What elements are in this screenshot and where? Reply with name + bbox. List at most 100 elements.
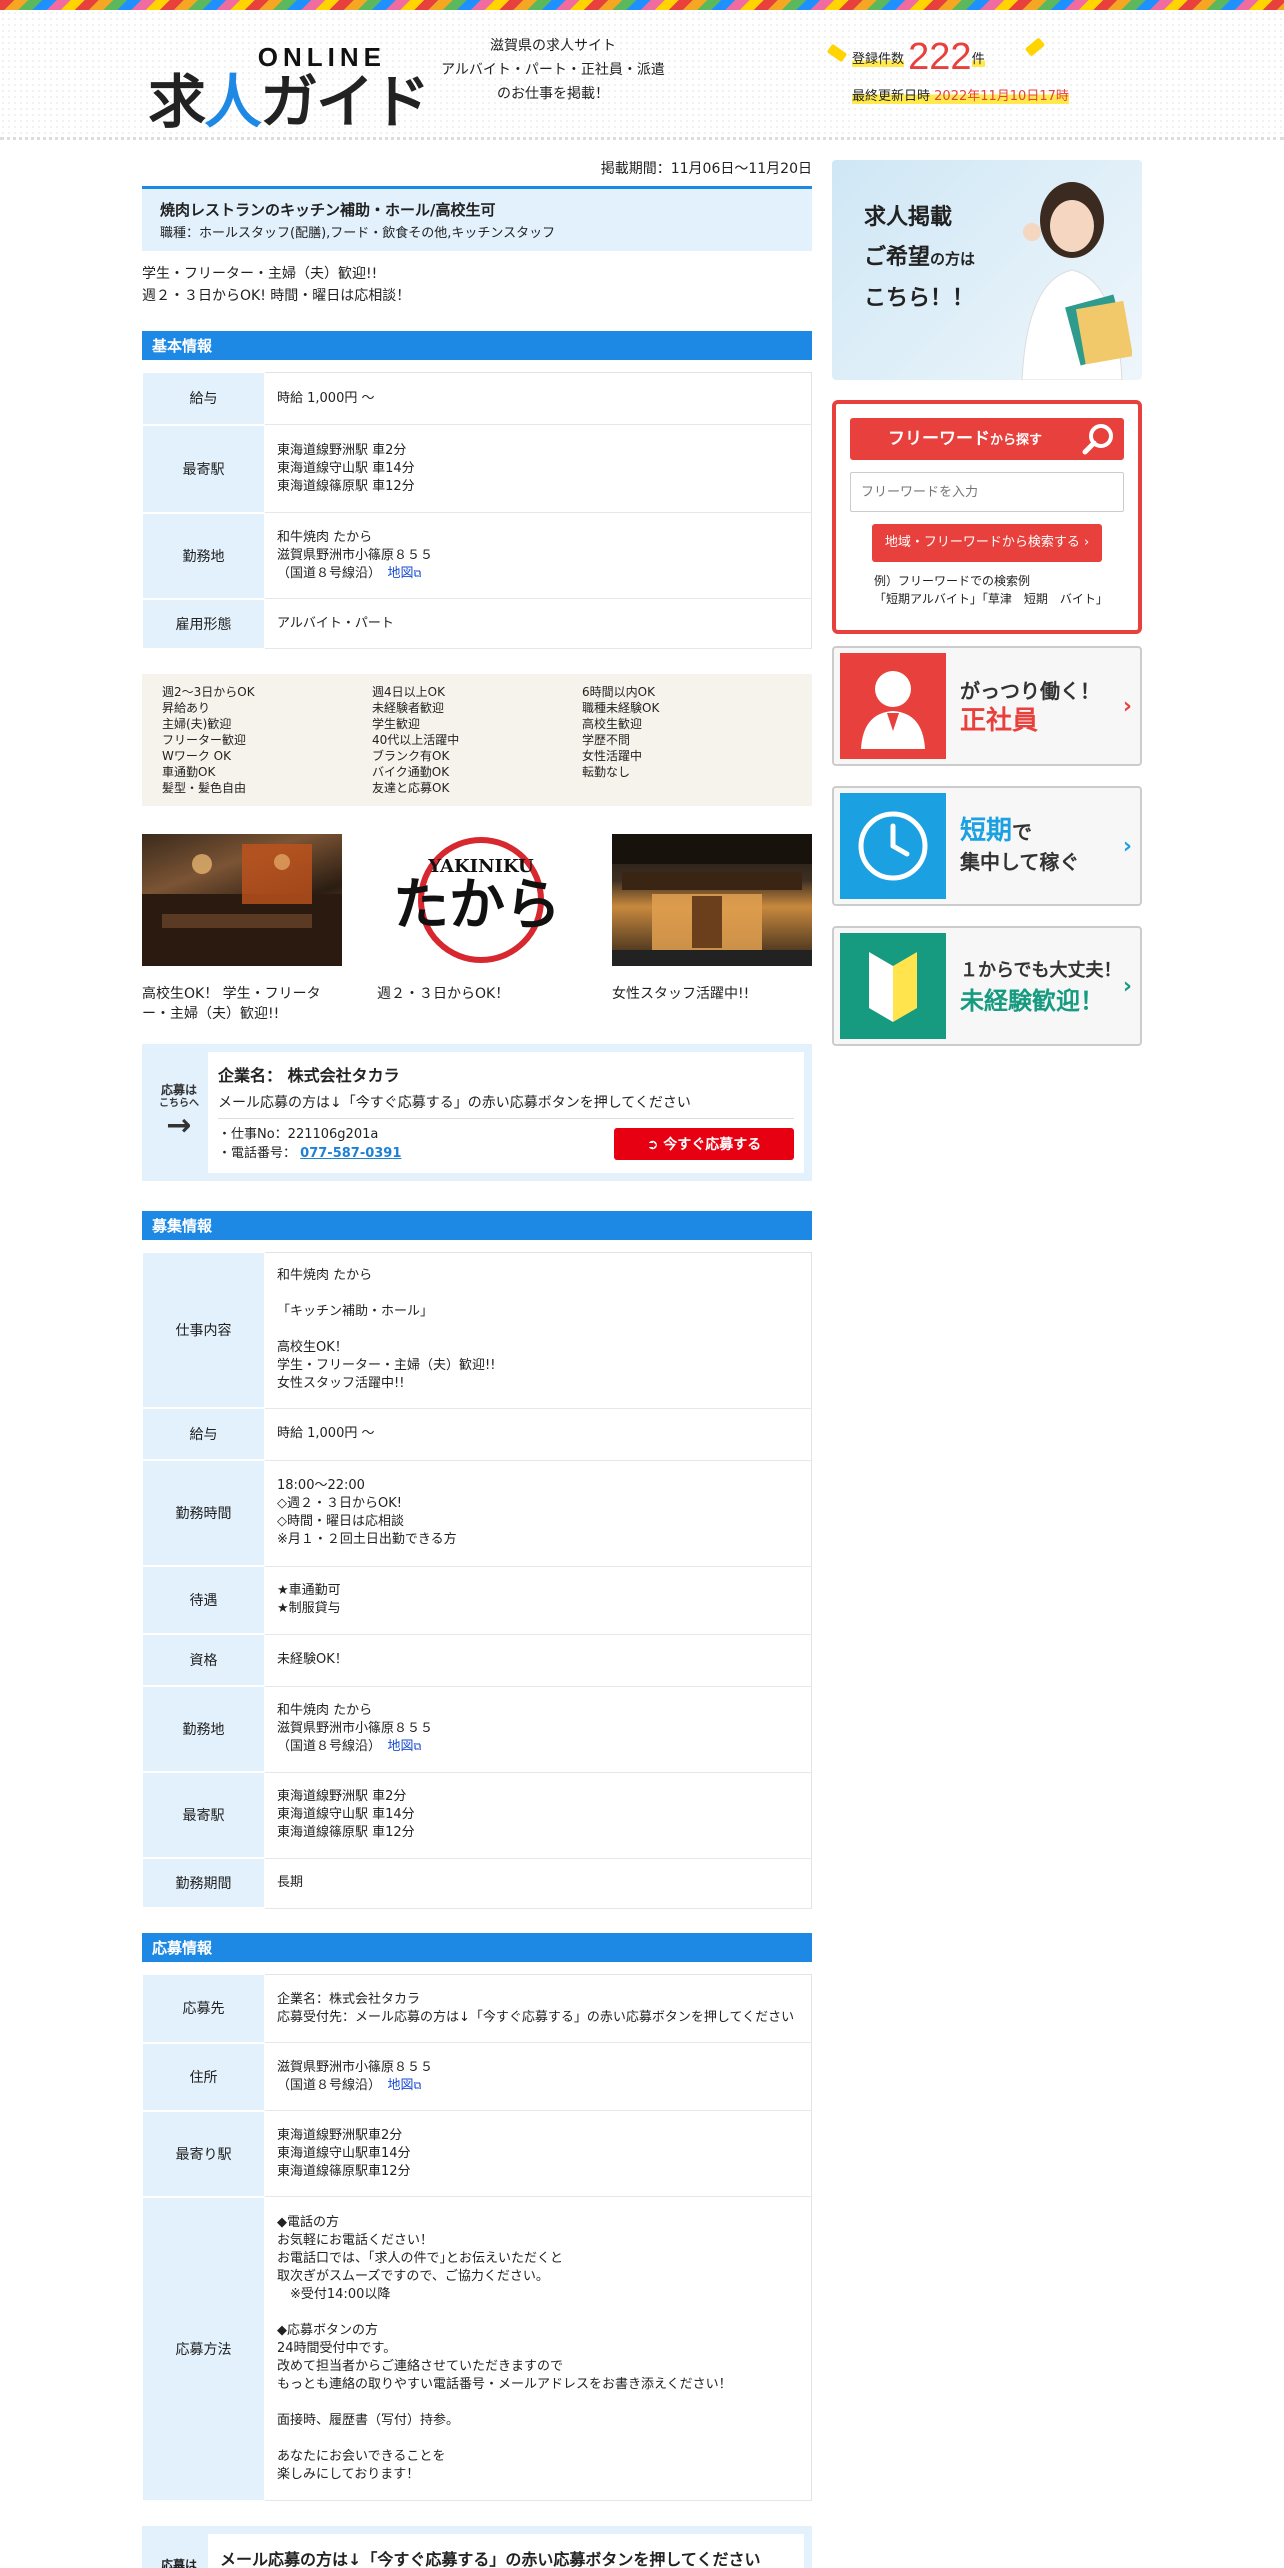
search-example: 例）フリーワードでの検索例 「短期アルバイト」「草津 短期 バイト」	[874, 574, 1108, 606]
photo-caption: 高校生OK！ 学生・フリーター・主婦（夫）歓迎!!	[142, 985, 321, 1022]
table-row: 給与 時給 1,000円 ～	[142, 372, 812, 426]
tag: 学歴不問	[582, 732, 631, 747]
site-stats: 登録件数 222件 最終更新日時 2022年11月10日17時	[852, 36, 1069, 104]
map-link[interactable]: 地図	[388, 566, 414, 581]
tag: 未経験者歓迎	[372, 700, 445, 715]
application-info-table: 応募先 企業名：株式会社タカラ 応募受付先：メール応募の方は↓「今すぐ応募する」の…	[142, 1974, 812, 2502]
table-row: 給与 時給 1,000円 ～	[142, 1407, 812, 1461]
beginner-mark-icon	[840, 933, 946, 1039]
search-heading: フリーワードから探す	[850, 418, 1124, 460]
table-row: 最寄駅 東海道線野洲駅 車2分 東海道線守山駅 車14分 東海道線篠原駅 車12分	[142, 1771, 812, 1859]
table-row: 勤務地 和牛焼肉 たから 滋賀県野洲市小篠原８５５ （国道８号線沿） 地図⧉	[142, 1685, 812, 1773]
bottom-apply-note: メール応募の方は↓「今すぐ応募する」の赤い応募ボタンを押してください	[208, 2533, 804, 2568]
feature-tags: 週2～3日からOK 昇給あり 主婦(夫)歓迎 フリーター歓迎 Wワーク OK 車通勤OK 髪…	[142, 673, 812, 806]
banner-shortterm[interactable]: 短期で 集中して稼ぐ ›	[832, 786, 1142, 906]
tag: 週4日以上OK	[372, 684, 445, 699]
table-row: 最寄駅 東海道線野洲駅 車2分 東海道線守山駅 車14分 東海道線篠原駅 車12分	[142, 424, 812, 514]
listing-period: 掲載期間：11月06日～11月20日	[600, 161, 812, 177]
external-link-icon: ⧉	[413, 566, 422, 580]
photo-gallery: 高校生OK！ 学生・フリーター・主婦（夫）歓迎!! YAKINIKU たから 週２…	[142, 833, 812, 1024]
photo-item: YAKINIKU たから 週２・３日からOK！	[377, 833, 577, 1024]
tag: 職種未経験OK	[582, 700, 660, 715]
top-stripe	[0, 0, 1284, 10]
tag: ブランク有OK	[372, 748, 450, 763]
banner-fulltime[interactable]: がっつり働く！ 正社員 ›	[832, 646, 1142, 766]
last-updated: 最終更新日時 2022年11月10日17時	[852, 85, 1069, 104]
count-label: 登録件数	[852, 52, 905, 67]
job-count: 222	[908, 36, 972, 78]
search-button[interactable]: 地域・フリーワードから検索する ›	[872, 524, 1102, 562]
tag: 女性活躍中	[582, 748, 643, 763]
sidebar: 求人掲載 ご希望の方は こちら！！ フリーワードから探す 地域・フリーワードから…	[832, 160, 1142, 1066]
tag: Wワーク OK	[162, 748, 231, 763]
tag: バイク通勤OK	[372, 764, 450, 779]
section-application-heading: 応募情報	[142, 1933, 812, 1962]
search-icon	[1082, 424, 1113, 455]
table-row: 仕事内容 和牛焼肉 たから 「キッチン補助・ホール」 高校生OK！ 学生・フリータ…	[142, 1251, 812, 1409]
restaurant-exterior-photo	[612, 833, 812, 966]
tag: 6時間以内OK	[582, 684, 655, 699]
section-basic-heading: 基本情報	[142, 331, 812, 360]
table-row: 勤務時間 18:00～22:00 ◇週２・３日からOK! ◇時間・曜日は応相談 ※…	[142, 1459, 812, 1567]
section-recruit-heading: 募集情報	[142, 1210, 812, 1240]
job-number: ・仕事No：221106g201a	[218, 1126, 379, 1142]
table-row: 住所 滋賀県野洲市小篠原８５５ （国道８号線沿） 地図⧉	[142, 2042, 812, 2112]
recruit-ad-banner[interactable]: 求人掲載 ご希望の方は こちら！！	[832, 160, 1142, 380]
tag: 車通勤OK	[162, 764, 216, 779]
table-row: 最寄り駅 東海道線野洲駅車2分 東海道線守山駅車14分 東海道線篠原駅車12分	[142, 2110, 812, 2198]
site-tagline: 滋賀県の求人サイト アルバイト・パート・正社員・派遣 のお仕事を掲載！	[441, 38, 665, 102]
site-header: ONLINE 求人ガイド 滋賀県の求人サイト アルバイト・パート・正社員・派遣 …	[0, 10, 1284, 140]
tag: 40代以上活躍中	[372, 732, 460, 747]
map-link[interactable]: 地図	[388, 1739, 414, 1754]
company-name: 企業名： 株式会社タカラ	[218, 1065, 400, 1085]
takara-logo-image: YAKINIKU たから	[377, 833, 577, 966]
apply-now-button[interactable]: ➲ 今すぐ応募する	[614, 1127, 794, 1160]
photo-item: 女性スタッフ活躍中!!	[612, 833, 812, 1024]
freeword-search-box: フリーワードから探す 地域・フリーワードから検索する › 例）フリーワードでの検…	[832, 400, 1142, 634]
photo-caption: 女性スタッフ活躍中!!	[612, 985, 750, 1002]
external-link-icon: ⧉	[413, 2078, 422, 2092]
tag: 髪型・髪色自由	[162, 780, 247, 795]
interior-illustration	[142, 843, 342, 966]
chevron-right-icon: ›	[1122, 694, 1132, 719]
takara-logo-icon: YAKINIKUたから	[393, 836, 561, 963]
chevron-right-icon: ›	[1122, 834, 1132, 859]
main-content: 掲載期間：11月06日～11月20日 焼肉レストランのキッチン補助・ホール/高校…	[142, 158, 812, 2568]
job-catchcopy: 学生・フリーター・主婦（夫）歓迎!! 週２・３日からOK! 時間・曜日は応相談！	[142, 266, 411, 304]
table-row: 勤務期間 長期	[142, 1857, 812, 1909]
apply-note: メール応募の方は↓「今すぐ応募する」の赤い応募ボタンを押してください	[218, 1092, 794, 1119]
job-title-box: 焼肉レストランのキッチン補助・ホール/高校生可 職種：ホールスタッフ(配膳),フ…	[142, 186, 812, 251]
bottom-apply-box: 応募は メール応募の方は↓「今すぐ応募する」の赤い応募ボタンを押してください	[142, 2525, 812, 2568]
table-row: 勤務地 和牛焼肉 たから 滋賀県野洲市小篠原８５５ （国道８号線沿） 地図⧉	[142, 512, 812, 600]
recruit-info-table: 仕事内容 和牛焼肉 たから 「キッチン補助・ホール」 高校生OK！ 学生・フリータ…	[142, 1251, 812, 1909]
map-link[interactable]: 地図	[388, 2078, 414, 2093]
table-row: 応募先 企業名：株式会社タカラ 応募受付先：メール応募の方は↓「今すぐ応募する」の…	[142, 1974, 812, 2044]
exterior-illustration	[612, 833, 812, 966]
apply-box: 応募は こちらへ → 企業名： 株式会社タカラ メール応募の方は↓「今すぐ応募す…	[142, 1043, 812, 1181]
tag: 高校生歓迎	[582, 716, 643, 731]
svg-text:たから: たから	[393, 872, 561, 938]
tag: 転勤なし	[582, 764, 631, 779]
freeword-input[interactable]	[850, 472, 1124, 512]
job-title: 焼肉レストランのキッチン補助・ホール/高校生可	[160, 201, 496, 219]
tag: フリーター歓迎	[162, 732, 247, 747]
arrow-right-icon: →	[166, 1108, 192, 1143]
chevron-right-icon: ›	[1122, 974, 1132, 999]
table-row: 資格 未経験OK！	[142, 1633, 812, 1687]
woman-illustration-icon	[1021, 182, 1132, 380]
phone-link[interactable]: 077-587-0391	[300, 1146, 401, 1161]
banner-beginner[interactable]: １からでも大丈夫！ 未経験歓迎！ ›	[832, 926, 1142, 1046]
apply-side-label: 応募は こちらへ →	[159, 1083, 199, 1143]
photo-item: 高校生OK！ 学生・フリーター・主婦（夫）歓迎!!	[142, 833, 342, 1024]
clock-icon	[840, 793, 946, 899]
table-row: 応募方法 ◆電話の方 お気軽にお電話ください！ お電話口では、｢求人の件で｣とお伝…	[142, 2196, 812, 2502]
table-row: 雇用形態 アルバイト・パート	[142, 598, 812, 650]
arrow-circle-icon: ➲	[646, 1136, 659, 1153]
tag: 週2～3日からOK	[162, 684, 255, 699]
basic-info-table: 給与 時給 1,000円 ～ 最寄駅 東海道線野洲駅 車2分 東海道線守山駅 車14…	[142, 372, 812, 650]
restaurant-interior-photo	[142, 833, 342, 966]
site-logo[interactable]: ONLINE 求人ガイド	[148, 34, 430, 132]
tag: 主婦(夫)歓迎	[162, 716, 232, 731]
person-icon	[840, 653, 946, 759]
tag: 友達と応募OK	[372, 780, 450, 795]
